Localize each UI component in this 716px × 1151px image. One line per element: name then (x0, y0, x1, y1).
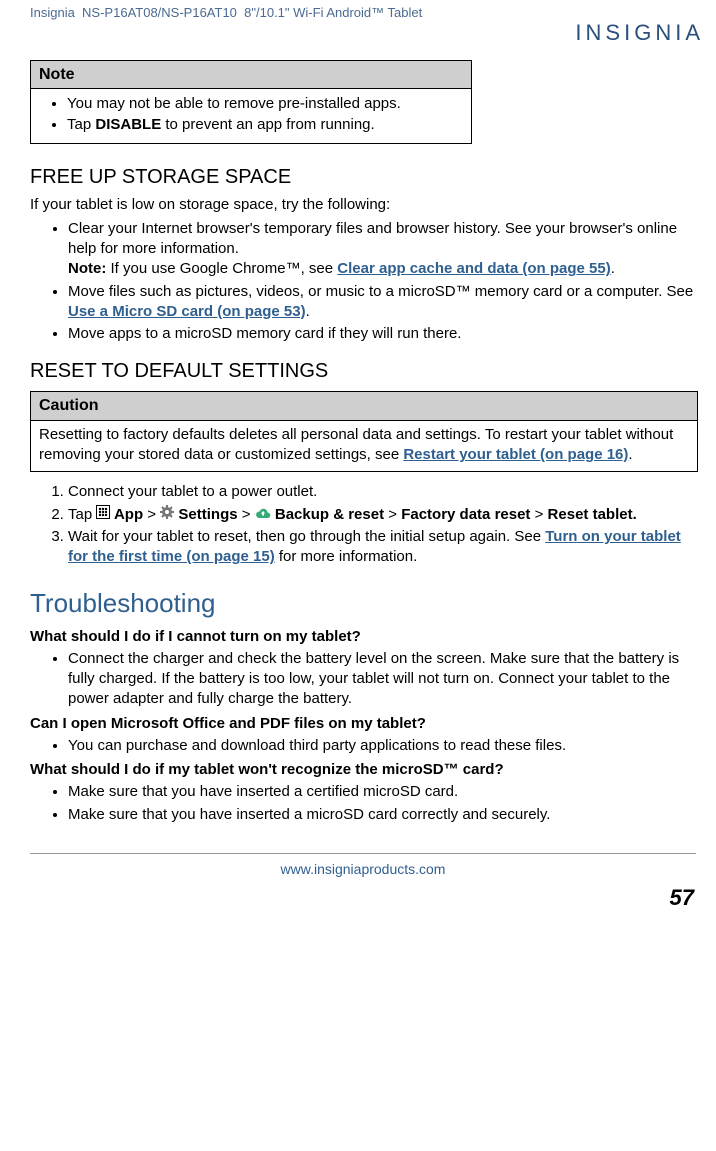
list-item: Move files such as pictures, videos, or … (68, 282, 696, 323)
faq-question: What should I do if I cannot turn on my … (30, 627, 696, 647)
step-sep: > (238, 506, 255, 523)
link-clear-cache[interactable]: Clear app cache and data (on page 55) (337, 260, 610, 277)
body-text: . (306, 303, 310, 320)
link-restart-tablet[interactable]: Restart your tablet (on page 16) (403, 446, 628, 463)
faq-answer: You can purchase and download third part… (68, 736, 696, 756)
page-number: 57 (30, 883, 696, 913)
faq-question: What should I do if my tablet won't reco… (30, 760, 696, 780)
note-item: Tap DISABLE to prevent an app from runni… (67, 115, 463, 135)
note-text: to prevent an app from running. (161, 116, 374, 133)
note-text: Tap (67, 116, 95, 133)
step-sep: > (530, 506, 547, 523)
step-text: Connect your tablet to a power outlet. (68, 483, 317, 500)
note-text: You may not be able to remove pre-instal… (67, 95, 401, 112)
footer-rule (30, 853, 696, 854)
step-bold: Factory data reset (401, 506, 530, 523)
faq-answer: Connect the charger and check the batter… (68, 649, 696, 710)
model: NS-P16AT08/NS-P16AT10 (82, 5, 237, 20)
list-item: Move apps to a microSD memory card if th… (68, 324, 696, 344)
step-text: Tap (68, 506, 96, 523)
step-text: for more information. (275, 548, 418, 565)
cloud-upload-icon (255, 505, 271, 525)
step-item: Tap App > Settings > Backup & reset > Fa… (68, 505, 696, 525)
faq-answer: Make sure that you have inserted a micro… (68, 805, 696, 825)
footer-url: www.insigniaproducts.com (30, 860, 696, 879)
body-text: . (611, 260, 615, 277)
step-item: Wait for your tablet to reset, then go t… (68, 527, 696, 568)
caution-text: . (628, 446, 632, 463)
body-text: Move files such as pictures, videos, or … (68, 283, 693, 300)
step-bold: Reset tablet. (548, 506, 637, 523)
body-text: Move apps to a microSD memory card if th… (68, 325, 461, 342)
step-bold: Backup & reset (271, 506, 384, 523)
body-text: Clear your Internet browser's temporary … (68, 220, 677, 257)
step-item: Connect your tablet to a power outlet. (68, 482, 696, 502)
section-heading-troubleshooting: Troubleshooting (30, 586, 696, 621)
step-text: Wait for your tablet to reset, then go t… (68, 528, 545, 545)
caution-title: Caution (31, 392, 697, 421)
list-item: Clear your Internet browser's temporary … (68, 219, 696, 280)
brand: Insignia (30, 5, 75, 20)
section-heading-free-up: FREE UP STORAGE SPACE (30, 164, 696, 191)
step-bold: App (110, 506, 143, 523)
faq-answer: Make sure that you have inserted a certi… (68, 782, 696, 802)
link-use-microsd[interactable]: Use a Micro SD card (on page 53) (68, 303, 306, 320)
section-heading-reset: RESET TO DEFAULT SETTINGS (30, 358, 696, 385)
note-title: Note (31, 61, 471, 90)
inline-note-label: Note: (68, 260, 106, 277)
note-box: Note You may not be able to remove pre-i… (30, 60, 472, 144)
caution-box: Caution Resetting to factory defaults de… (30, 391, 698, 472)
desc: 8"/10.1" Wi-Fi Android™ Tablet (244, 5, 422, 20)
step-bold: Settings (174, 506, 237, 523)
faq-question: Can I open Microsoft Office and PDF file… (30, 714, 696, 734)
body-text: If you use Google Chrome™, see (106, 260, 337, 277)
apps-icon (96, 505, 110, 525)
note-item: You may not be able to remove pre-instal… (67, 94, 463, 114)
note-bold: DISABLE (95, 116, 161, 133)
gear-icon (160, 505, 174, 525)
free-up-intro: If your tablet is low on storage space, … (30, 195, 696, 215)
step-sep: > (384, 506, 401, 523)
brand-logo: INSIGNIA (575, 18, 704, 48)
step-sep: > (143, 506, 160, 523)
